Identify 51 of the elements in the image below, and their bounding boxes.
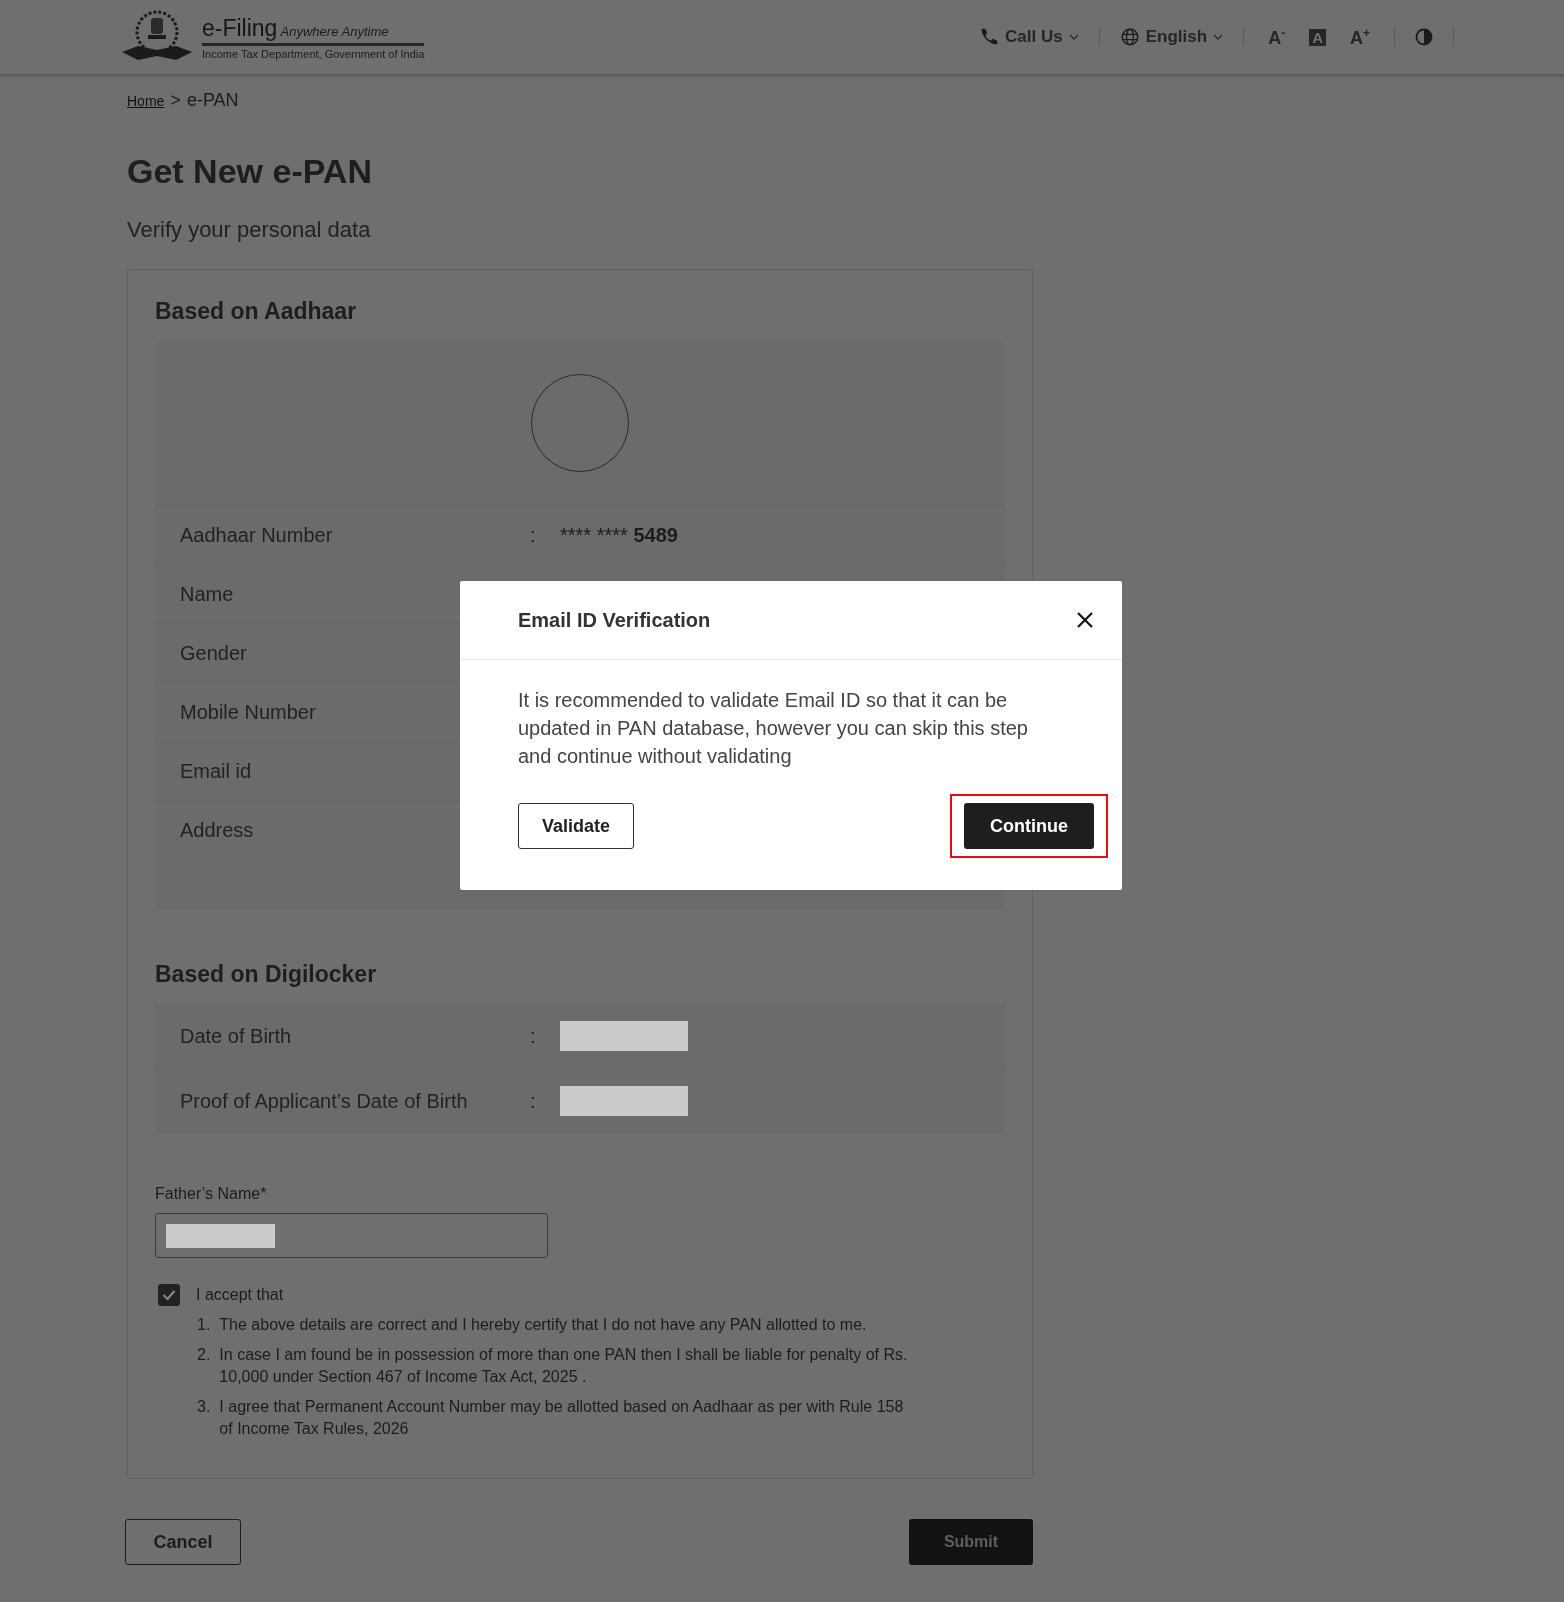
colon: : bbox=[530, 523, 536, 547]
field-label: Aadhaar Number bbox=[180, 523, 333, 547]
consent-text: In case I am found be in possession of more than one PAN then I shall be liable for penalty of Rs. 10,000 under Section 467 of Income Tax Act, 2025 . bbox=[219, 1345, 909, 1387]
tagline: Anywhere Anytime bbox=[279, 23, 389, 39]
check-icon bbox=[162, 1289, 176, 1301]
breadcrumb-text: > bbox=[170, 90, 181, 111]
page-title: Get New e-PAN bbox=[127, 152, 373, 191]
breadcrumb-link[interactable]: Home bbox=[127, 93, 165, 109]
colon: : bbox=[530, 1089, 536, 1113]
brand-name: e-Filing bbox=[202, 14, 278, 41]
colon: : bbox=[530, 1024, 536, 1048]
submit-button[interactable]: Submit bbox=[909, 1519, 1033, 1565]
breadcrumb-text: e-PAN bbox=[186, 90, 239, 111]
consent-text: The above details are correct and I hereby certify that I do not have any PAN allotted to me. bbox=[219, 1315, 868, 1335]
field-label: Date of Birth bbox=[180, 1024, 292, 1048]
increase-font-button[interactable]: A$^{+}$ bbox=[1346, 25, 1374, 49]
chevron-down-icon bbox=[1213, 34, 1224, 40]
language-menu[interactable]: English bbox=[1119, 27, 1224, 47]
field-label: Name bbox=[180, 582, 234, 606]
continue-button[interactable]: Continue bbox=[964, 803, 1094, 849]
phone-icon bbox=[979, 27, 1000, 47]
decrease-font-button[interactable]: A$^{-}$ bbox=[1264, 25, 1290, 49]
chevron-down-icon bbox=[1068, 34, 1079, 40]
cancel-button[interactable]: Cancel bbox=[125, 1519, 241, 1565]
checkbox[interactable] bbox=[158, 1284, 180, 1306]
contrast-button[interactable] bbox=[1415, 28, 1433, 46]
consent-text: I agree that Permanent Account Number may be allotted based on Aadhaar as per with Rule 158 of Income Tax Rules, 2026 bbox=[219, 1397, 905, 1439]
list-number: 1. bbox=[197, 1315, 211, 1335]
dialog-message: It is recommended to validate Email ID so that it can be updated in PAN database, however you can skip this step and continue without validating bbox=[518, 688, 1029, 769]
call-us-menu[interactable]: Call Us bbox=[979, 27, 1079, 47]
department-name: Income Tax Department, Government of India bbox=[202, 47, 425, 60]
field-value: **** **** 5489 bbox=[560, 523, 678, 547]
contrast-icon bbox=[1415, 28, 1433, 46]
field-label: Mobile Number bbox=[180, 700, 316, 724]
list-number: 3. bbox=[197, 1397, 211, 1417]
checkbox-label: I accept that bbox=[196, 1286, 284, 1304]
field-label: Email id bbox=[180, 759, 252, 783]
text-field[interactable] bbox=[155, 1213, 548, 1258]
list-number: 2. bbox=[197, 1345, 211, 1365]
validate-button[interactable]: Validate bbox=[518, 803, 634, 849]
section-heading: Based on Aadhaar bbox=[155, 298, 358, 325]
globe-icon bbox=[1119, 27, 1140, 47]
field-label: Proof of Applicant’s Date of Birth bbox=[180, 1089, 468, 1113]
field-label: Gender bbox=[180, 641, 247, 665]
page-subtitle: Verify your personal data bbox=[127, 217, 372, 243]
close-icon bbox=[1076, 611, 1094, 629]
normal-font-button[interactable]: A bbox=[1309, 28, 1326, 46]
field-label: Address bbox=[180, 819, 254, 842]
field-label: Father’s Name* bbox=[155, 1185, 268, 1203]
section-heading: Based on Digilocker bbox=[155, 961, 378, 988]
dialog-title: Email ID Verification bbox=[518, 608, 711, 632]
